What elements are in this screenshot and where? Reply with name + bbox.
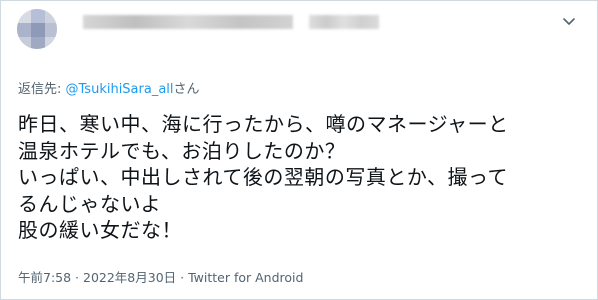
username-blurred[interactable] (309, 15, 379, 29)
tweet-source: Twitter for Android (188, 270, 304, 285)
avatar[interactable] (17, 9, 57, 49)
meta-separator: · (71, 270, 83, 285)
tweet-metadata: 午前7:58 · 2022年8月30日 · Twitter for Androi… (18, 267, 303, 286)
chevron-down-icon[interactable] (559, 11, 579, 31)
tweet-date[interactable]: 2022年8月30日 (83, 270, 176, 285)
reply-mention-link[interactable]: @TsukihiSara_all (66, 82, 174, 97)
tweet-text-line: 昨日、寒い中、海に行ったから、噂のマネージャーと (18, 112, 509, 136)
tweet-text-line: るんじゃないよ (18, 191, 162, 216)
tweet-text-line: 温泉ホテルでも、お泊りしたのか？ (18, 138, 346, 163)
tweet-text-line: いっぱい、中出しされて後の翌朝の写真とか、撮って (18, 165, 508, 189)
display-name-blurred[interactable] (83, 15, 293, 29)
tweet-text: 昨日、寒い中、海に行ったから、噂のマネージャーと 温泉ホテルでも、お泊りしたのか… (18, 111, 588, 244)
reply-suffix: さん (173, 82, 200, 97)
meta-separator: · (176, 270, 189, 285)
tweet-time[interactable]: 午前7:58 (18, 270, 71, 285)
tweet-text-line: 股の緩い女だな！ (18, 218, 182, 242)
reply-context: 返信先: @TsukihiSara_allさん (18, 78, 200, 97)
reply-prefix: 返信先: (18, 82, 66, 97)
tweet-card: 返信先: @TsukihiSara_allさん 昨日、寒い中、海に行ったから、噂… (0, 0, 598, 300)
